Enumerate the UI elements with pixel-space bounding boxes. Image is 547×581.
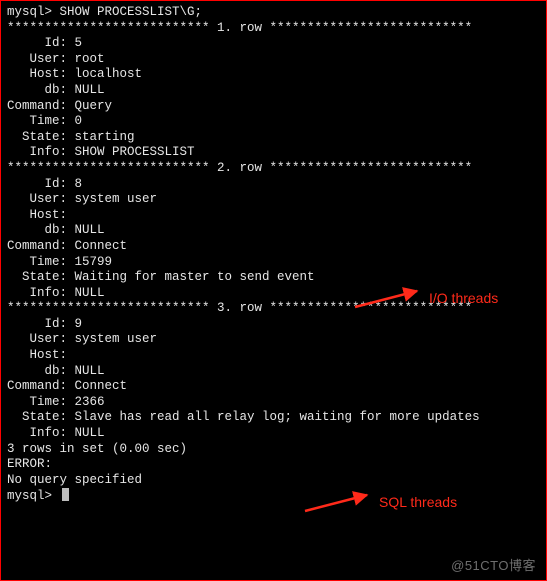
row3-command: Command: Connect bbox=[7, 379, 540, 395]
prompt-text: mysql> bbox=[7, 489, 60, 503]
row2-user: User: system user bbox=[7, 192, 540, 208]
row3-state: State: Slave has read all relay log; wai… bbox=[7, 410, 540, 426]
row3-host: Host: bbox=[7, 348, 540, 364]
row1-info: Info: SHOW PROCESSLIST bbox=[7, 145, 540, 161]
row1-host: Host: localhost bbox=[7, 67, 540, 83]
row3-time: Time: 2366 bbox=[7, 395, 540, 411]
terminal-frame: mysql> SHOW PROCESSLIST\G; *************… bbox=[0, 0, 547, 581]
prompt-line-2[interactable]: mysql> bbox=[7, 488, 540, 505]
cursor-block bbox=[62, 488, 69, 501]
row3-id: Id: 9 bbox=[7, 317, 540, 333]
row2-time: Time: 15799 bbox=[7, 255, 540, 271]
row2-db: db: NULL bbox=[7, 223, 540, 239]
row1-command: Command: Query bbox=[7, 99, 540, 115]
row1-id: Id: 5 bbox=[7, 36, 540, 52]
row2-info: Info: NULL bbox=[7, 286, 540, 302]
summary-line: 3 rows in set (0.00 sec) bbox=[7, 442, 540, 458]
watermark: @51CTO博客 bbox=[451, 558, 536, 574]
row3-info: Info: NULL bbox=[7, 426, 540, 442]
row2-state: State: Waiting for master to send event bbox=[7, 270, 540, 286]
error-message: No query specified bbox=[7, 473, 540, 489]
row-separator-2: *************************** 2. row *****… bbox=[7, 161, 540, 177]
row2-command: Command: Connect bbox=[7, 239, 540, 255]
row2-host: Host: bbox=[7, 208, 540, 224]
error-header: ERROR: bbox=[7, 457, 540, 473]
prompt-line-1[interactable]: mysql> SHOW PROCESSLIST\G; bbox=[7, 5, 540, 21]
row3-db: db: NULL bbox=[7, 364, 540, 380]
row1-time: Time: 0 bbox=[7, 114, 540, 130]
row2-id: Id: 8 bbox=[7, 177, 540, 193]
row1-state: State: starting bbox=[7, 130, 540, 146]
row-separator-3: *************************** 3. row *****… bbox=[7, 301, 540, 317]
row1-db: db: NULL bbox=[7, 83, 540, 99]
row-separator-1: *************************** 1. row *****… bbox=[7, 21, 540, 37]
row3-user: User: system user bbox=[7, 332, 540, 348]
row1-user: User: root bbox=[7, 52, 540, 68]
